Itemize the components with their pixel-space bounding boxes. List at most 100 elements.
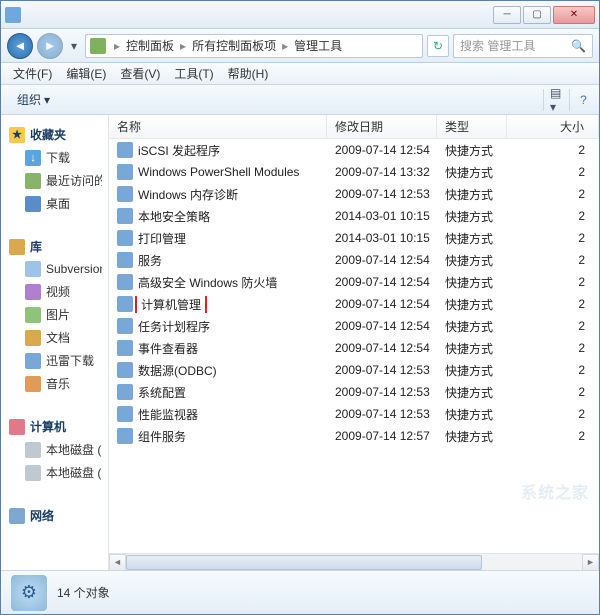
- music-icon: [25, 376, 41, 392]
- item-size: 2: [507, 231, 599, 245]
- item-size: 2: [507, 297, 599, 311]
- titlebar[interactable]: ─ ▢ ✕: [1, 1, 599, 29]
- navigation-pane[interactable]: ★收藏夹 ↓下载 最近访问的 桌面 库 Subversion 视频 图片 文档 …: [1, 115, 109, 570]
- sidebar-item-disk[interactable]: 本地磁盘 (: [9, 438, 102, 461]
- sidebar-item-subversion[interactable]: Subversion: [9, 258, 102, 280]
- sidebar-computer[interactable]: 计算机: [9, 415, 102, 438]
- list-item[interactable]: iSCSI 发起程序2009-07-14 12:54快捷方式2: [109, 139, 599, 161]
- maximize-button[interactable]: ▢: [523, 6, 551, 24]
- item-name: 系统配置: [138, 384, 186, 401]
- item-type: 快捷方式: [437, 296, 507, 313]
- sidebar-libraries[interactable]: 库: [9, 235, 102, 258]
- status-text: 14 个对象: [57, 584, 110, 601]
- help-icon[interactable]: ?: [569, 89, 591, 111]
- breadcrumb-seg-2[interactable]: 所有控制面板项: [188, 37, 280, 54]
- close-button[interactable]: ✕: [553, 6, 595, 24]
- sidebar-item-pictures[interactable]: 图片: [9, 303, 102, 326]
- explorer-window: ─ ▢ ✕ ◄ ► ▾ ▸ 控制面板 ▸ 所有控制面板项 ▸ 管理工具 ↻ 搜索…: [0, 0, 600, 615]
- document-icon: [25, 330, 41, 346]
- sidebar-item-documents[interactable]: 文档: [9, 326, 102, 349]
- menu-tools[interactable]: 工具(T): [168, 63, 219, 84]
- item-date: 2009-07-14 12:53: [327, 385, 437, 399]
- item-size: 2: [507, 253, 599, 267]
- navigation-bar: ◄ ► ▾ ▸ 控制面板 ▸ 所有控制面板项 ▸ 管理工具 ↻ 搜索 管理工具 …: [1, 29, 599, 63]
- sidebar-item-thunder[interactable]: 迅雷下载: [9, 349, 102, 372]
- item-date: 2009-07-14 12:53: [327, 407, 437, 421]
- scroll-right-button[interactable]: ►: [582, 554, 599, 571]
- list-item[interactable]: 数据源(ODBC)2009-07-14 12:53快捷方式2: [109, 359, 599, 381]
- sidebar-item-disk[interactable]: 本地磁盘 (: [9, 461, 102, 484]
- list-item[interactable]: 系统配置2009-07-14 12:53快捷方式2: [109, 381, 599, 403]
- chevron-right-icon[interactable]: ▸: [178, 39, 188, 53]
- item-name: 高级安全 Windows 防火墙: [138, 274, 277, 291]
- list-item[interactable]: Windows 内存诊断2009-07-14 12:53快捷方式2: [109, 183, 599, 205]
- item-date: 2009-07-14 12:54: [327, 143, 437, 157]
- item-size: 2: [507, 275, 599, 289]
- sidebar-item-videos[interactable]: 视频: [9, 280, 102, 303]
- shortcut-icon: [117, 318, 133, 334]
- item-type: 快捷方式: [437, 406, 507, 423]
- shortcut-icon: [117, 230, 133, 246]
- menu-file[interactable]: 文件(F): [7, 63, 58, 84]
- item-type: 快捷方式: [437, 362, 507, 379]
- shortcut-icon: [117, 186, 133, 202]
- chevron-right-icon[interactable]: ▸: [112, 39, 122, 53]
- list-item[interactable]: 打印管理2014-03-01 10:15快捷方式2: [109, 227, 599, 249]
- item-type: 快捷方式: [437, 428, 507, 445]
- item-size: 2: [507, 429, 599, 443]
- menu-help[interactable]: 帮助(H): [222, 63, 275, 84]
- list-item[interactable]: 本地安全策略2014-03-01 10:15快捷方式2: [109, 205, 599, 227]
- chevron-right-icon[interactable]: ▸: [280, 39, 290, 53]
- scroll-thumb[interactable]: [126, 555, 482, 570]
- list-item[interactable]: 性能监视器2009-07-14 12:53快捷方式2: [109, 403, 599, 425]
- menu-edit[interactable]: 编辑(E): [60, 63, 112, 84]
- list-body[interactable]: iSCSI 发起程序2009-07-14 12:54快捷方式2Windows P…: [109, 139, 599, 553]
- address-bar[interactable]: ▸ 控制面板 ▸ 所有控制面板项 ▸ 管理工具: [85, 34, 423, 58]
- sidebar-item-downloads[interactable]: ↓下载: [9, 146, 102, 169]
- column-name[interactable]: 名称: [109, 115, 327, 138]
- organize-button[interactable]: 组织 ▾: [9, 88, 58, 111]
- item-type: 快捷方式: [437, 384, 507, 401]
- search-icon[interactable]: 🔍: [571, 39, 586, 53]
- history-dropdown[interactable]: ▾: [67, 36, 81, 56]
- item-size: 2: [507, 143, 599, 157]
- list-item[interactable]: 高级安全 Windows 防火墙2009-07-14 12:54快捷方式2: [109, 271, 599, 293]
- column-date[interactable]: 修改日期: [327, 115, 437, 138]
- column-size[interactable]: 大小: [507, 115, 599, 138]
- desktop-icon: [25, 196, 41, 212]
- shortcut-icon: [117, 208, 133, 224]
- drive-icon: [25, 442, 41, 458]
- list-item[interactable]: 组件服务2009-07-14 12:57快捷方式2: [109, 425, 599, 447]
- shortcut-icon: [117, 362, 133, 378]
- forward-button[interactable]: ►: [37, 33, 63, 59]
- toolbar: 组织 ▾ ▤ ▾ ?: [1, 85, 599, 115]
- back-button[interactable]: ◄: [7, 33, 33, 59]
- menu-view[interactable]: 查看(V): [114, 63, 166, 84]
- sidebar-item-music[interactable]: 音乐: [9, 372, 102, 395]
- horizontal-scrollbar[interactable]: ◄ ►: [109, 553, 599, 570]
- refresh-button[interactable]: ↻: [427, 35, 449, 57]
- sidebar-item-desktop[interactable]: 桌面: [9, 192, 102, 215]
- list-item[interactable]: Windows PowerShell Modules2009-07-14 13:…: [109, 161, 599, 183]
- list-item[interactable]: 服务2009-07-14 12:54快捷方式2: [109, 249, 599, 271]
- shortcut-icon: [117, 428, 133, 444]
- sidebar-item-recent[interactable]: 最近访问的: [9, 169, 102, 192]
- view-mode-button[interactable]: ▤ ▾: [543, 89, 565, 111]
- minimize-button[interactable]: ─: [493, 6, 521, 24]
- breadcrumb-seg-3[interactable]: 管理工具: [290, 37, 346, 54]
- shortcut-icon: [117, 384, 133, 400]
- scroll-track[interactable]: [126, 554, 582, 570]
- scroll-left-button[interactable]: ◄: [109, 554, 126, 571]
- item-size: 2: [507, 165, 599, 179]
- item-type: 快捷方式: [437, 318, 507, 335]
- column-type[interactable]: 类型: [437, 115, 507, 138]
- breadcrumb-seg-1[interactable]: 控制面板: [122, 37, 178, 54]
- item-name: 性能监视器: [138, 406, 198, 423]
- sidebar-favorites[interactable]: ★收藏夹: [9, 123, 102, 146]
- search-input[interactable]: 搜索 管理工具 🔍: [453, 34, 593, 58]
- sidebar-network[interactable]: 网络: [9, 504, 102, 527]
- list-item[interactable]: 事件查看器2009-07-14 12:54快捷方式2: [109, 337, 599, 359]
- item-name: 数据源(ODBC): [138, 362, 217, 379]
- list-item[interactable]: 任务计划程序2009-07-14 12:54快捷方式2: [109, 315, 599, 337]
- list-item[interactable]: 计算机管理2009-07-14 12:54快捷方式2: [109, 293, 599, 315]
